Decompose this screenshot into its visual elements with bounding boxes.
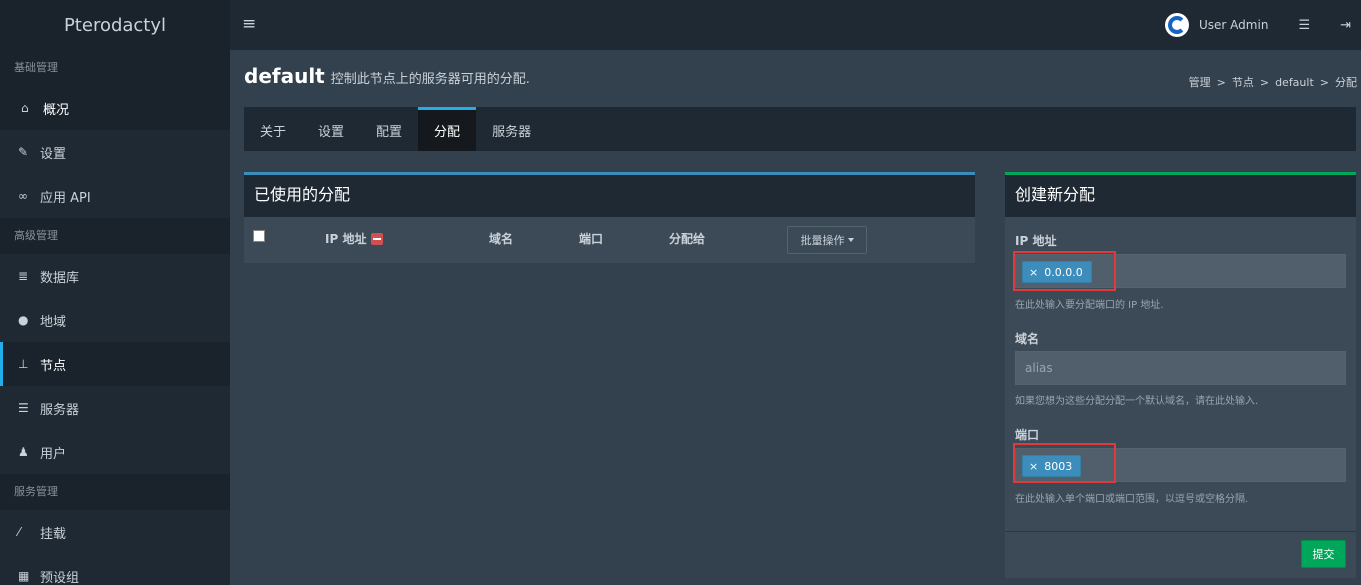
tab-configuration[interactable]: 配置 <box>360 107 418 151</box>
breadcrumb-item-node[interactable]: default <box>1275 76 1314 89</box>
link-icon: ∞ <box>18 189 28 203</box>
bulk-actions-label: 批量操作 <box>800 234 845 247</box>
sidebar-item-nodes[interactable]: ⊥ 节点 <box>0 342 230 386</box>
breadcrumb-item-nodes[interactable]: 节点 <box>1232 76 1254 89</box>
sidebar-header-advanced: 高级管理 <box>0 218 230 254</box>
caret-down-icon <box>847 238 854 242</box>
box-title: 创建新分配 <box>1005 175 1356 217</box>
sidebar-item-api[interactable]: ∞ 应用 API <box>0 174 230 218</box>
logout-icon[interactable]: ⇥ <box>1340 18 1351 33</box>
content-header: default 控制此节点上的服务器可用的分配. <box>244 64 530 88</box>
ip-tag-highlight <box>1013 251 1116 291</box>
port-help: 在此处输入单个端口或端口范围，以逗号或空格分隔. <box>1015 494 1249 505</box>
sidebar: 基础管理 ⌂ 概况 ✎ 设置 ∞ 应用 API 高级管理 ≣ 数据库 ● 地域 … <box>0 50 230 585</box>
sidebar-item-label: 应用 API <box>40 190 91 206</box>
magic-icon: ⁄ <box>18 525 21 539</box>
ip-label: IP 地址 <box>1015 234 1057 248</box>
hamburger-icon[interactable]: ≡ <box>242 14 256 34</box>
port-tag-highlight <box>1013 443 1116 483</box>
server-icon: ☰ <box>18 401 29 415</box>
bulk-actions-button[interactable]: 批量操作 <box>787 226 867 254</box>
create-allocation-box: 创建新分配 IP 地址 × 0.0.0.0 在此处输入要分配端口的 IP 地址.… <box>1005 172 1356 578</box>
table-header: IP 地址 域名 端口 分配给 批量操作 <box>244 217 975 263</box>
home-icon: ⌂ <box>21 101 29 115</box>
column-ip: IP 地址 <box>325 230 384 247</box>
sidebar-item-label: 服务器 <box>40 402 80 418</box>
breadcrumb-item-allocation: 分配 <box>1335 76 1357 89</box>
remove-block-icon[interactable] <box>371 232 384 245</box>
breadcrumb: 管理 > 节点 > default > 分配 <box>1188 76 1357 89</box>
sidebar-header-basic: 基础管理 <box>0 50 230 86</box>
sidebar-item-label: 数据库 <box>40 270 80 286</box>
tab-about[interactable]: 关于 <box>244 107 302 151</box>
avatar[interactable] <box>1165 13 1190 37</box>
alias-label: 域名 <box>1015 332 1040 346</box>
column-port: 端口 <box>579 232 604 246</box>
submit-button[interactable]: 提交 <box>1301 540 1346 568</box>
wrench-icon: ✎ <box>18 145 29 159</box>
sidebar-item-label: 用户 <box>40 446 67 462</box>
select-all-checkbox[interactable] <box>253 230 265 242</box>
sidebar-item-locations[interactable]: ● 地域 <box>0 298 230 342</box>
sidebar-item-servers[interactable]: ☰ 服务器 <box>0 386 230 430</box>
tab-settings[interactable]: 设置 <box>302 107 360 151</box>
sidebar-item-label: 设置 <box>40 146 67 162</box>
box-footer-divider <box>1005 531 1356 532</box>
column-assigned: 分配给 <box>669 232 706 246</box>
grid-icon: ▦ <box>18 569 30 583</box>
port-label: 端口 <box>1015 428 1040 442</box>
sidebar-item-settings[interactable]: ✎ 设置 <box>0 130 230 174</box>
tab-servers[interactable]: 服务器 <box>476 107 547 151</box>
sidebar-item-databases[interactable]: ≣ 数据库 <box>0 254 230 298</box>
app-logo[interactable]: Pterodactyl <box>0 0 230 50</box>
column-alias: 域名 <box>489 232 514 246</box>
alias-placeholder: alias <box>1025 361 1053 375</box>
sidebar-item-label: 概况 <box>43 102 70 118</box>
sidebar-item-mounts[interactable]: ⁄ 挂载 <box>0 510 230 554</box>
sidebar-item-nests[interactable]: ▦ 预设组 <box>0 554 230 585</box>
tab-allocation[interactable]: 分配 <box>418 107 477 151</box>
users-icon: ♟ <box>18 445 29 459</box>
page-title: default <box>244 64 325 88</box>
top-navbar: Pterodactyl ≡ User Admin ☰ ⇥ <box>0 0 1361 50</box>
page-subtitle: 控制此节点上的服务器可用的分配. <box>330 72 530 87</box>
sidebar-item-label: 地域 <box>40 314 67 330</box>
sidebar-item-label: 挂载 <box>40 526 67 542</box>
column-ip-label: IP 地址 <box>325 232 367 246</box>
sitemap-icon: ⊥ <box>18 357 29 371</box>
existing-allocations-box: 已使用的分配 IP 地址 域名 端口 分配给 批量操作 <box>244 172 975 263</box>
database-icon: ≣ <box>18 269 29 283</box>
sidebar-item-users[interactable]: ♟ 用户 <box>0 430 230 474</box>
sidebar-item-label: 预设组 <box>40 570 80 585</box>
alias-help: 如果您想为这些分配分配一个默认域名，请在此处输入. <box>1015 396 1259 407</box>
server-list-icon[interactable]: ☰ <box>1298 18 1310 33</box>
alias-input[interactable]: alias <box>1015 351 1346 385</box>
node-tabs: 关于 设置 配置 分配 服务器 <box>244 107 1356 151</box>
sidebar-header-service: 服务管理 <box>0 474 230 510</box>
user-name[interactable]: User Admin <box>1199 18 1268 32</box>
sidebar-item-overview[interactable]: ⌂ 概况 <box>0 86 230 130</box>
globe-icon: ● <box>18 313 29 327</box>
breadcrumb-item-admin[interactable]: 管理 <box>1189 76 1211 89</box>
sidebar-item-label: 节点 <box>40 358 67 374</box>
box-title: 已使用的分配 <box>244 175 975 217</box>
ip-help: 在此处输入要分配端口的 IP 地址. <box>1015 300 1164 311</box>
